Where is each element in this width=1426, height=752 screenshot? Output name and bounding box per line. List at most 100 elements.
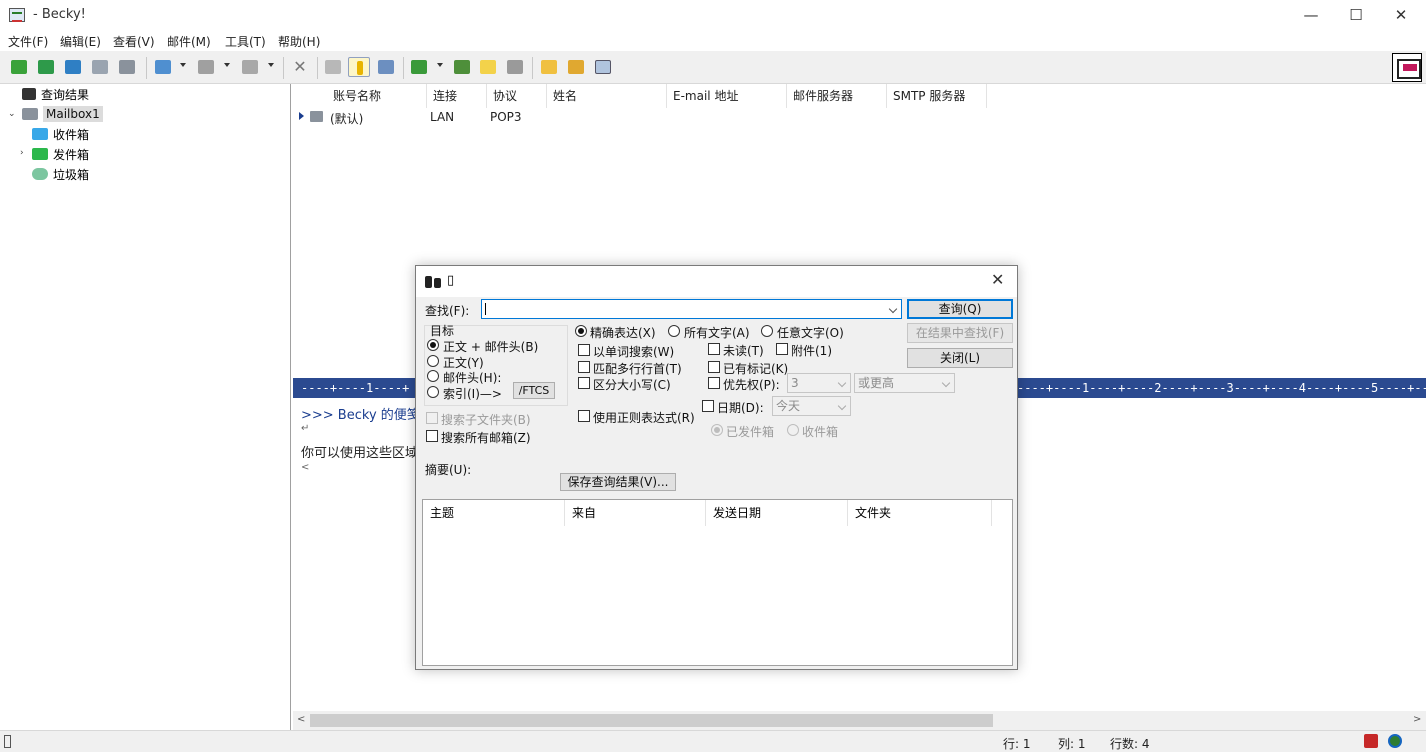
offline-button[interactable] <box>116 57 138 77</box>
search-all-mailboxes-checkbox[interactable] <box>426 430 438 442</box>
tree-item-outbox[interactable]: 发件箱 <box>32 144 89 164</box>
attachment-label: 附件(1) <box>791 344 832 358</box>
exact-match-radio[interactable] <box>575 325 587 337</box>
new-message-button[interactable] <box>152 57 174 77</box>
tree-item-search-results[interactable]: 查询结果 <box>22 84 89 104</box>
forward-dropdown-arrow[interactable] <box>268 63 274 67</box>
scroll-right-arrow-icon[interactable]: > <box>1413 714 1421 725</box>
filter-dropdown-arrow[interactable] <box>437 63 443 67</box>
sync-button[interactable] <box>89 57 111 77</box>
any-word-radio[interactable] <box>761 325 773 337</box>
new-message-dropdown-arrow[interactable] <box>180 63 186 67</box>
reply-dropdown-arrow[interactable] <box>224 63 230 67</box>
reply-button[interactable] <box>195 57 217 77</box>
all-words-radio[interactable] <box>668 325 680 337</box>
tree-item-inbox[interactable]: 收件箱 <box>32 124 89 144</box>
menu-tools[interactable]: 工具(T) <box>225 33 266 50</box>
folder-manager-button[interactable] <box>565 57 587 77</box>
close-button[interactable]: ✕ <box>1378 0 1424 31</box>
open-folder-button[interactable] <box>538 57 560 77</box>
date-select[interactable]: 今天 <box>772 396 851 416</box>
target-body-radio[interactable] <box>427 355 439 367</box>
column-header[interactable]: 姓名 <box>547 84 667 108</box>
find-input[interactable] <box>481 299 902 319</box>
column-header[interactable]: 来自 <box>565 500 706 526</box>
column-header[interactable]: 连接 <box>427 84 487 108</box>
save-results-button[interactable]: 保存查询结果(V)... <box>560 473 676 491</box>
receive-all-button[interactable] <box>8 57 30 77</box>
chevron-down-icon[interactable] <box>888 304 898 314</box>
sent-radio[interactable] <box>711 424 723 436</box>
account-name-cell[interactable]: (默认) <box>330 110 363 127</box>
flagged-checkbox[interactable] <box>708 361 720 373</box>
outbox-icon <box>32 148 48 160</box>
target-header-radio[interactable] <box>427 370 439 382</box>
target-body-header-radio[interactable] <box>427 339 439 351</box>
priority-operator-select[interactable]: 或更高 <box>854 373 955 393</box>
edit-memo-button[interactable] <box>348 57 370 77</box>
quit-icon[interactable] <box>1364 734 1378 748</box>
column-header[interactable]: 主题 <box>423 500 565 526</box>
attachment-checkbox[interactable] <box>776 343 788 355</box>
tree-item-label: Mailbox1 <box>43 106 103 122</box>
dialog-title-bar: ▯ ✕ <box>416 266 1017 297</box>
maximize-button[interactable]: ☐ <box>1333 0 1379 31</box>
column-header[interactable]: 邮件服务器 <box>787 84 887 108</box>
tree-toggle-button[interactable] <box>322 57 344 77</box>
match-line-start-checkbox[interactable] <box>578 361 590 373</box>
received-radio[interactable] <box>787 424 799 436</box>
account-connection-cell[interactable]: LAN <box>430 110 454 124</box>
column-header[interactable]: 发送日期 <box>706 500 848 526</box>
ftcs-button[interactable]: /FTCS <box>513 382 555 399</box>
scroll-left-arrow-icon[interactable]: < <box>297 714 305 725</box>
menu-mail[interactable]: 邮件(M) <box>167 33 211 50</box>
editor-line: >>> Becky 的便笺 <box>301 408 420 423</box>
priority-checkbox[interactable] <box>708 377 720 389</box>
dialog-close-icon[interactable]: ✕ <box>991 270 1004 289</box>
reminder-button[interactable] <box>477 57 499 77</box>
date-checkbox[interactable] <box>702 400 714 412</box>
search-button[interactable]: 查询(Q) <box>907 299 1013 319</box>
tree-item-mailbox1[interactable]: Mailbox1 <box>22 104 103 124</box>
column-header[interactable]: 账号名称 <box>327 84 427 108</box>
properties-button[interactable] <box>375 57 397 77</box>
priority-select[interactable]: 3 <box>787 373 851 393</box>
column-header[interactable]: SMTP 服务器 <box>887 84 987 108</box>
priority-label: 优先权(P): <box>723 378 780 392</box>
regex-checkbox[interactable] <box>578 410 590 422</box>
menu-file[interactable]: 文件(F) <box>8 33 48 50</box>
search-subfolders-checkbox[interactable] <box>426 412 438 424</box>
menu-view[interactable]: 查看(V) <box>113 33 155 50</box>
case-sensitive-checkbox[interactable] <box>578 377 590 389</box>
filter-button[interactable] <box>408 57 430 77</box>
column-header[interactable]: 协议 <box>487 84 547 108</box>
results-list[interactable]: 主题 来自 发送日期 文件夹 <box>422 499 1013 666</box>
folder-icon <box>541 60 557 74</box>
column-header[interactable]: E-mail 地址 <box>667 84 787 108</box>
receive-button[interactable] <box>35 57 57 77</box>
menu-edit[interactable]: 编辑(E) <box>60 33 101 50</box>
search-in-results-button[interactable]: 在结果中查找(F) <box>907 323 1013 343</box>
minimize-button[interactable]: — <box>1288 0 1334 31</box>
editor-line: < <box>301 462 310 473</box>
send-button[interactable] <box>62 57 84 77</box>
template-button[interactable] <box>504 57 526 77</box>
column-header[interactable]: 文件夹 <box>848 500 992 526</box>
expand-arrow-icon[interactable]: ⌄ <box>8 109 16 119</box>
layout-button[interactable] <box>592 57 614 77</box>
close-dialog-button[interactable]: 关闭(L) <box>907 348 1013 368</box>
whole-word-checkbox[interactable] <box>578 344 590 356</box>
horizontal-scrollbar[interactable]: < > <box>293 711 1426 730</box>
globe-icon[interactable] <box>1388 734 1402 748</box>
account-protocol-cell[interactable]: POP3 <box>490 110 522 124</box>
summary-label: 摘要(U): <box>425 463 472 477</box>
tree-item-trash[interactable]: 垃圾箱 <box>32 164 89 184</box>
collapsed-arrow-icon[interactable]: › <box>20 148 24 158</box>
menu-help[interactable]: 帮助(H) <box>278 33 320 50</box>
scrollbar-thumb[interactable] <box>310 714 993 727</box>
forward-button[interactable] <box>239 57 261 77</box>
unread-checkbox[interactable] <box>708 343 720 355</box>
target-index-radio[interactable] <box>427 386 439 398</box>
address-book-button[interactable] <box>451 57 473 77</box>
delete-button[interactable]: ✕ <box>289 57 311 77</box>
